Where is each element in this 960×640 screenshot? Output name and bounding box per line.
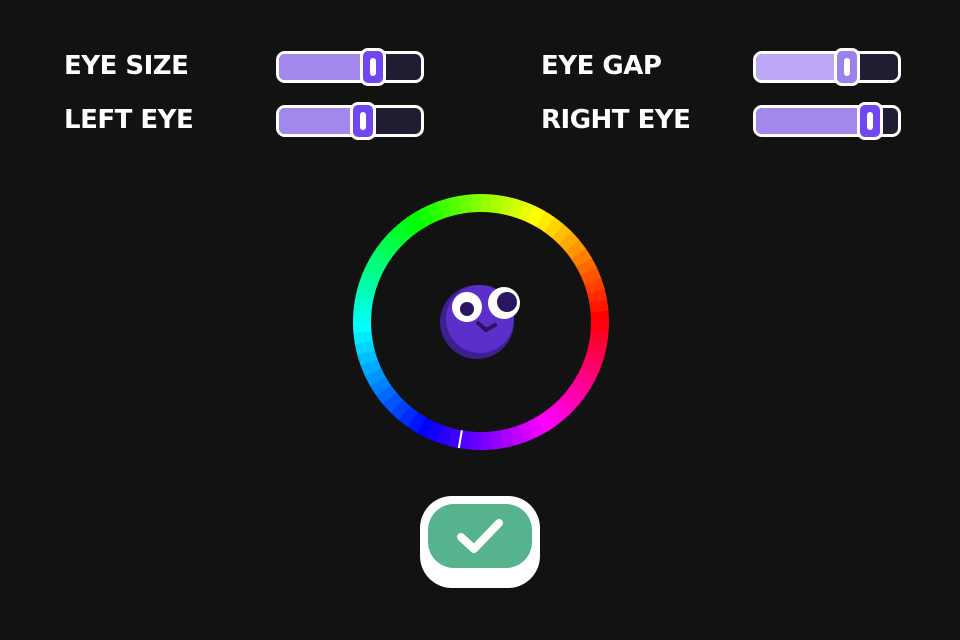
check-icon xyxy=(457,519,503,553)
eye-size-slider-thumb[interactable] xyxy=(359,48,386,86)
eye-size-slider-fill xyxy=(279,54,373,80)
left-eye-slider-thumb[interactable] xyxy=(349,102,376,140)
eye-gap-slider-thumb[interactable] xyxy=(833,48,860,86)
confirm-button-face xyxy=(428,504,532,568)
right-eye-slider[interactable] xyxy=(753,102,901,140)
color-wheel[interactable] xyxy=(352,193,610,451)
eye-size-slider[interactable] xyxy=(276,48,424,86)
hue-ring-segment[interactable] xyxy=(353,310,372,324)
eye-gap-slider[interactable] xyxy=(753,48,901,86)
left-eye-slider[interactable] xyxy=(276,102,424,140)
right-eye-slider-fill xyxy=(756,108,870,134)
eye-size-label: EYE SIZE xyxy=(64,51,189,81)
confirm-button[interactable] xyxy=(420,496,540,588)
right-eye-pupil xyxy=(497,292,517,312)
left-eye-pupil xyxy=(460,302,474,316)
character xyxy=(440,285,520,359)
hue-ring-segment[interactable] xyxy=(479,194,493,213)
right-eye-label: RIGHT EYE xyxy=(541,105,691,135)
hue-ring-segment[interactable] xyxy=(590,320,609,334)
left-eye-label: LEFT EYE xyxy=(64,105,194,135)
eye-gap-label: EYE GAP xyxy=(541,51,662,81)
hue-ring-segment[interactable] xyxy=(469,431,483,450)
right-eye-slider-thumb[interactable] xyxy=(856,102,883,140)
